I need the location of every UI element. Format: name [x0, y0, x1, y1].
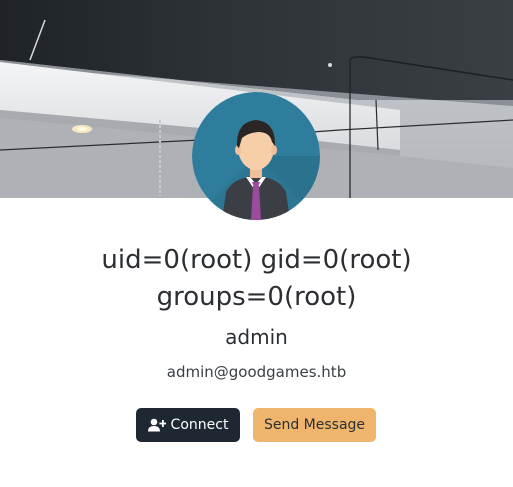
- send-message-button-label: Send Message: [263, 417, 366, 433]
- user-plus-icon: [147, 418, 166, 432]
- profile-name-line2: groups=0(root): [156, 282, 357, 312]
- connect-button-label: Connect: [170, 417, 229, 433]
- profile-card: uid=0(root) gid=0(root) groups=0(root) a…: [0, 0, 513, 487]
- profile-email: admin@goodgames.htb: [166, 363, 347, 381]
- send-message-button[interactable]: Send Message: [253, 408, 376, 442]
- profile-name-line1: uid=0(root) gid=0(root): [101, 245, 412, 275]
- profile-username: admin: [225, 325, 288, 349]
- user-avatar-icon: [192, 92, 320, 220]
- connect-button[interactable]: Connect: [136, 408, 240, 442]
- profile-name: uid=0(root) gid=0(root) groups=0(root): [0, 242, 513, 316]
- avatar: [192, 92, 320, 220]
